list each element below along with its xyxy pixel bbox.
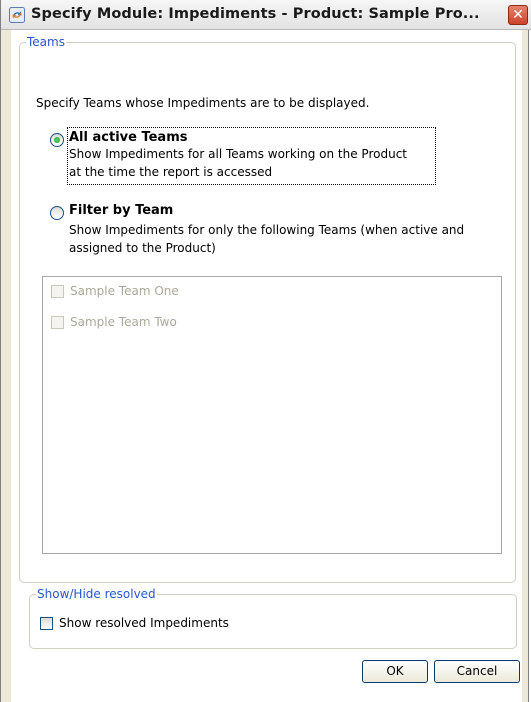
all-active-teams-description-1: Show Impediments for all Teams working o… (69, 147, 407, 161)
team-checkbox-two[interactable] (51, 316, 64, 329)
filter-by-team-label[interactable]: Filter by Team (69, 203, 173, 218)
team-label-two: Sample Team Two (70, 315, 177, 329)
all-active-teams-radio[interactable] (50, 133, 64, 147)
teams-instruction: Specify Teams whose Impediments are to b… (36, 96, 370, 110)
filter-by-team-description-2: assigned to the Product) (69, 241, 216, 255)
window-title: Specify Module: Impediments - Product: S… (31, 6, 480, 22)
radio-selected-dot (54, 137, 60, 143)
all-active-teams-description-2: at the time the report is accessed (69, 165, 273, 179)
ok-button[interactable]: OK (362, 660, 428, 683)
all-active-teams-label[interactable]: All active Teams (69, 130, 187, 145)
filter-by-team-radio[interactable] (50, 206, 64, 220)
show-resolved-checkbox[interactable] (40, 617, 53, 630)
cancel-button[interactable]: Cancel (434, 660, 520, 683)
title-bar[interactable]: Specify Module: Impediments - Product: S… (1, 0, 531, 30)
team-checkbox-one[interactable] (51, 285, 64, 298)
close-icon: ✕ (512, 7, 524, 23)
show-resolved-label[interactable]: Show resolved Impediments (59, 616, 229, 630)
filter-by-team-description-1: Show Impediments for only the following … (69, 223, 465, 237)
close-button[interactable]: ✕ (508, 5, 528, 25)
show-hide-resolved-legend: Show/Hide resolved (37, 587, 156, 601)
team-label-one: Sample Team One (70, 284, 179, 298)
teams-group-legend: Teams (27, 35, 65, 49)
app-icon (9, 7, 25, 23)
